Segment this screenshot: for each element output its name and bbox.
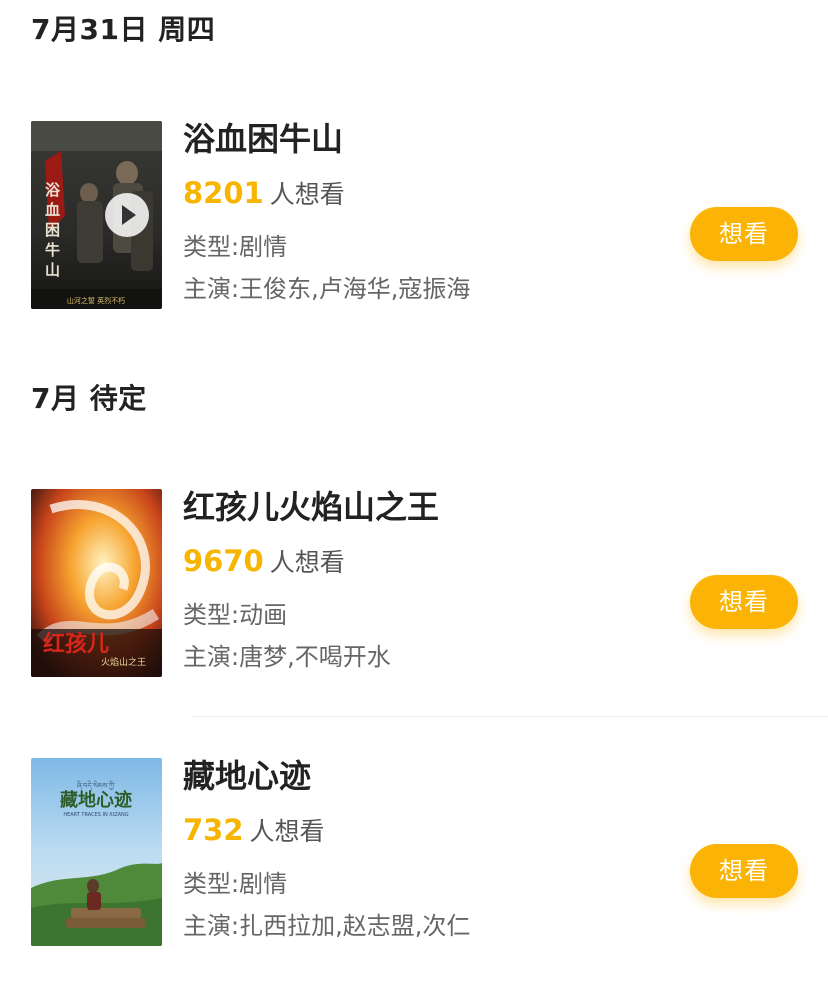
want-count: 732: [183, 813, 244, 847]
section-header-jul-tbd: 7月 待定: [31, 382, 147, 415]
movie-cast: 主演:扎西拉加,赵志盟,次仁: [183, 912, 471, 940]
movie-poster[interactable]: 浴 血 困 牛 山 山河之誓 英烈不朽: [31, 121, 162, 309]
movie-genre: 类型:动画: [183, 601, 288, 629]
movie-item-zangdi[interactable]: ཞི་བདེ་སེམས་ཀྱི་ 藏地心迹 HEART TRACES IN XI…: [0, 758, 828, 948]
svg-text:牛: 牛: [45, 241, 60, 259]
svg-text:藏地心迹: 藏地心迹: [60, 789, 132, 811]
movie-cast: 主演:王俊东,卢海华,寇振海: [183, 275, 471, 303]
movie-title[interactable]: 红孩儿火焰山之王: [183, 491, 439, 523]
svg-text:HEART TRACES IN XIZANG: HEART TRACES IN XIZANG: [63, 812, 128, 818]
want-suffix: 人想看: [269, 548, 345, 577]
movie-item-honghaier[interactable]: 红孩儿 火焰山之王 红孩儿火焰山之王 9670 人想看 类型:动画 主演:唐梦,不…: [0, 489, 828, 679]
poster-image: 红孩儿 火焰山之王: [31, 489, 162, 677]
want-suffix: 人想看: [249, 817, 325, 846]
want-count-line: 8201 人想看: [183, 179, 345, 208]
poster-image: ཞི་བདེ་སེམས་ཀྱི་ 藏地心迹 HEART TRACES IN XI…: [31, 758, 162, 946]
svg-text:山河之誓 英烈不朽: 山河之誓 英烈不朽: [67, 296, 125, 305]
movie-genre: 类型:剧情: [183, 233, 288, 261]
want-count: 8201: [183, 176, 264, 210]
play-trailer-icon[interactable]: [105, 193, 149, 237]
svg-text:困: 困: [45, 221, 60, 239]
svg-text:红孩儿: 红孩儿: [43, 631, 109, 657]
movie-genre: 类型:剧情: [183, 870, 288, 898]
want-to-watch-button[interactable]: 想看: [690, 844, 798, 898]
want-count-line: 732 人想看: [183, 816, 325, 845]
want-count-line: 9670 人想看: [183, 547, 345, 576]
list-divider: [192, 716, 828, 717]
movie-item-yuxue[interactable]: 浴 血 困 牛 山 山河之誓 英烈不朽 浴血困牛山 8201 人想看 类型:剧情 …: [0, 121, 828, 311]
movie-cast: 主演:唐梦,不喝开水: [183, 643, 391, 671]
want-to-watch-button[interactable]: 想看: [690, 207, 798, 261]
movie-poster[interactable]: 红孩儿 火焰山之王: [31, 489, 162, 677]
movie-poster[interactable]: ཞི་བདེ་སེམས་ཀྱི་ 藏地心迹 HEART TRACES IN XI…: [31, 758, 162, 946]
want-count: 9670: [183, 544, 264, 578]
movie-title[interactable]: 藏地心迹: [183, 760, 311, 792]
svg-text:火焰山之王: 火焰山之王: [101, 656, 146, 668]
section-header-jul31: 7月31日 周四: [31, 13, 216, 46]
movie-title[interactable]: 浴血困牛山: [183, 123, 343, 155]
want-suffix: 人想看: [269, 180, 345, 209]
svg-text:山: 山: [45, 261, 60, 279]
want-to-watch-button[interactable]: 想看: [690, 575, 798, 629]
svg-text:浴: 浴: [45, 181, 61, 199]
svg-text:血: 血: [45, 201, 60, 219]
